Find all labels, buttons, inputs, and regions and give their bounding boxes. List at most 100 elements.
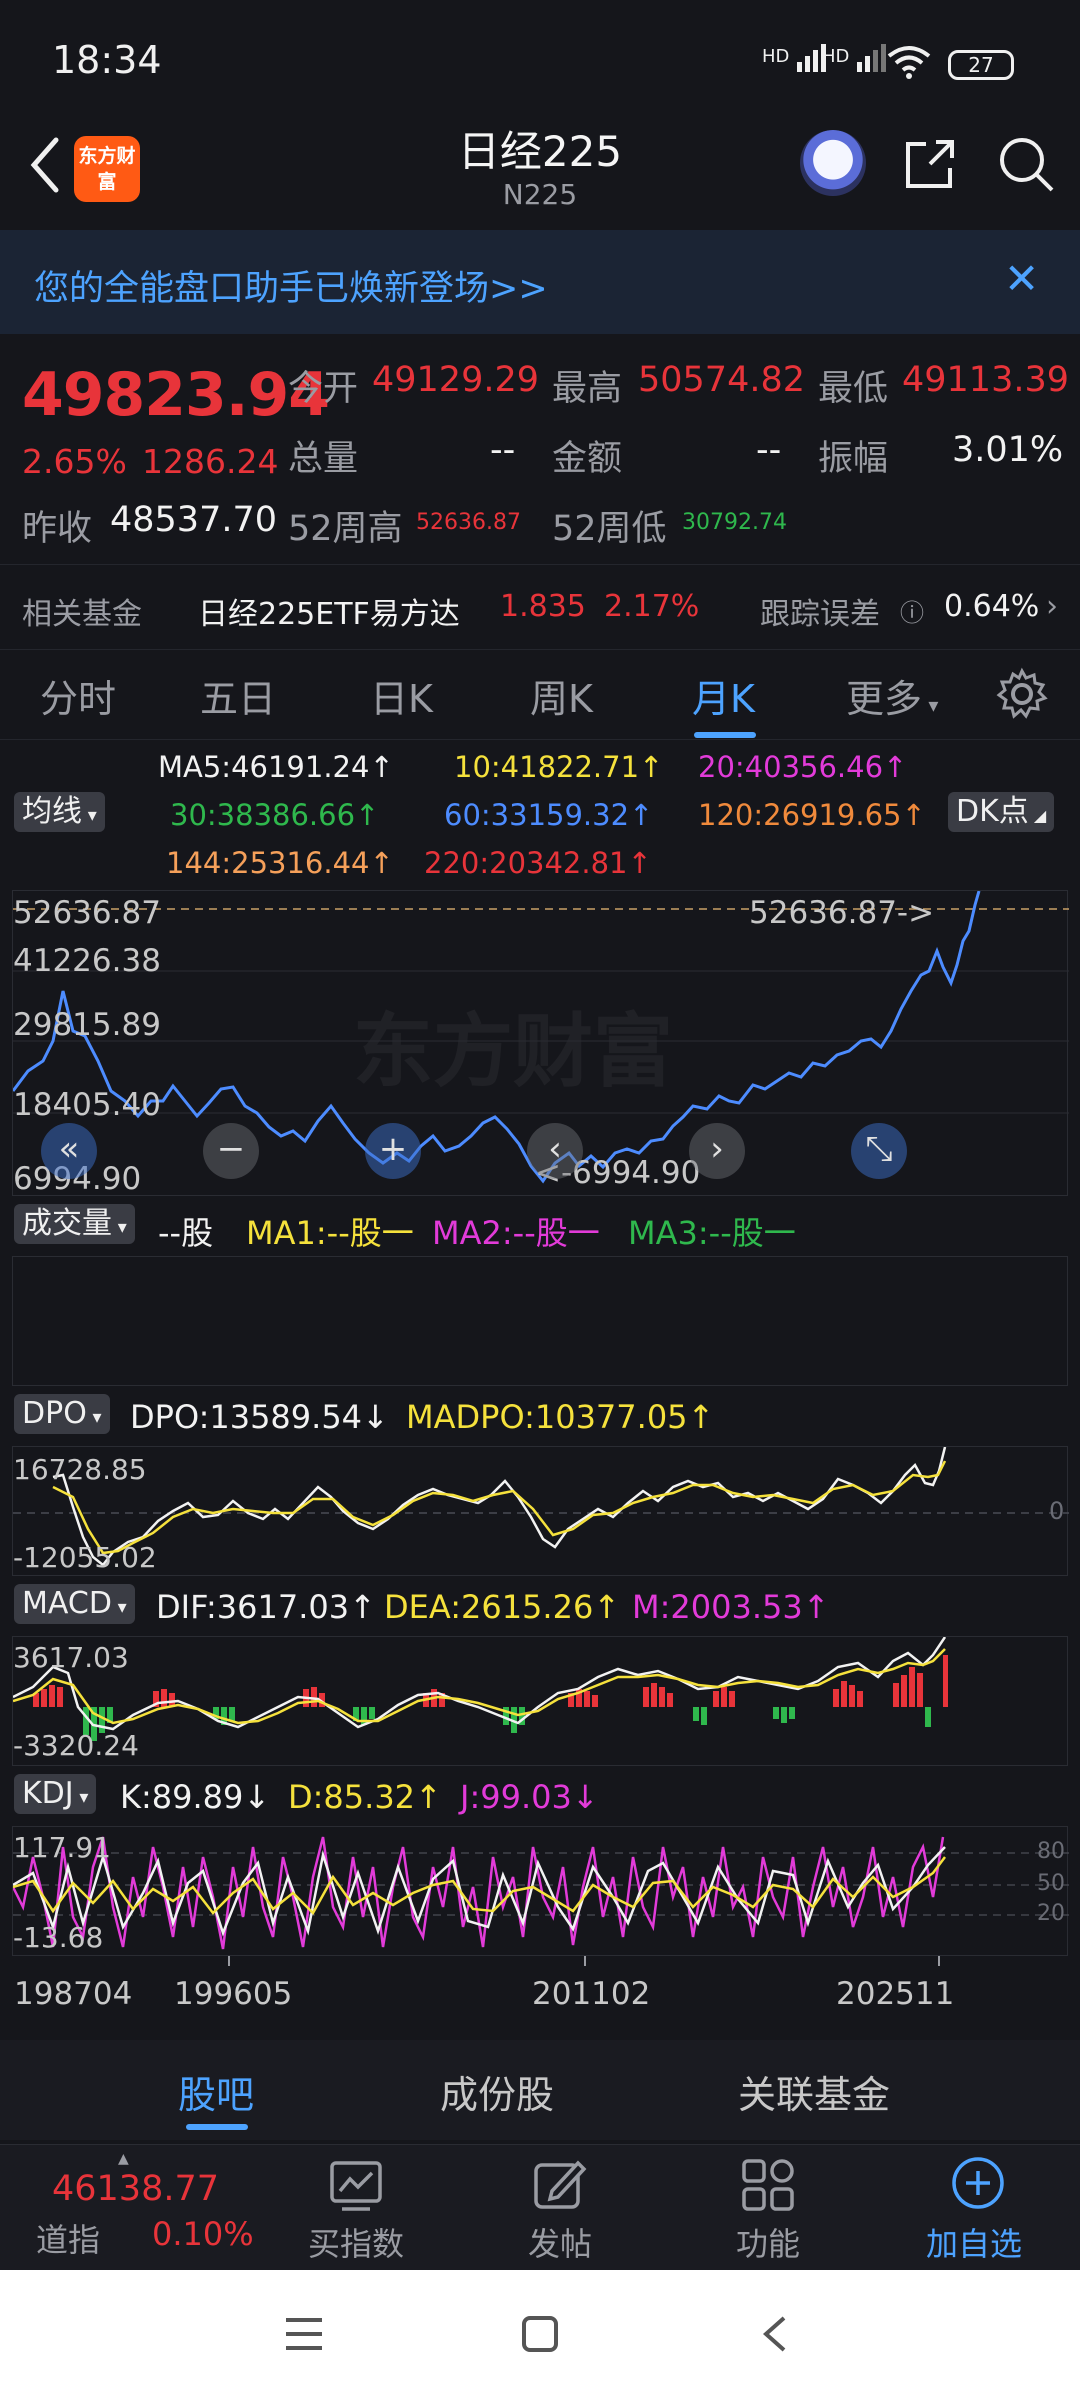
promo-banner[interactable]: 您的全能盘口助手已焕新登场>> ✕ xyxy=(0,230,1080,334)
signal-icon: HD xyxy=(762,40,829,74)
assistant-robot-icon[interactable] xyxy=(800,130,866,196)
dk-point-selector[interactable]: DK点 ◢ xyxy=(948,792,1055,832)
dow-index-pct: 0.10% xyxy=(152,2215,254,2253)
chevron-right-icon[interactable]: › xyxy=(689,1123,745,1179)
ma60-value: 60:33159.32↑ xyxy=(444,798,654,832)
dow-index-name: 道指 xyxy=(36,2221,101,2259)
functions-label: 功能 xyxy=(736,2225,801,2263)
related-fund-row[interactable]: 相关基金 日经225ETF易方达 1.835 2.17% 跟踪误差 ⓘ 0.64… xyxy=(0,564,1080,650)
y-label-max: 52636.87 xyxy=(13,895,161,931)
kdj-selector[interactable]: KDJ ▾ xyxy=(14,1774,97,1814)
x-tick-4: 202511 xyxy=(836,1976,955,2012)
y-label-2: 41226.38 xyxy=(13,943,161,979)
tab-stock-forum[interactable]: 股吧 xyxy=(178,2064,254,2119)
settings-gear-icon[interactable] xyxy=(994,666,1050,722)
high-value: 50574.82 xyxy=(638,360,806,400)
signal-icon-2: HD xyxy=(822,40,889,74)
ma220-value: 220:20342.81↑ xyxy=(424,846,652,880)
quote-panel: 49823.94 2.65% 1286.24 昨收 48537.70 今开 49… xyxy=(0,334,1080,564)
amount-label: 金额 xyxy=(552,439,623,479)
volume-unit: --股 xyxy=(158,1214,214,1252)
change-value: 1286.24 xyxy=(142,442,279,481)
tab-related-funds[interactable]: 关联基金 xyxy=(738,2064,890,2119)
macd-dif: DIF:3617.03↑ xyxy=(156,1588,376,1626)
fund-name[interactable]: 日经225ETF易方达 xyxy=(198,589,460,633)
buy-index-button[interactable]: 买指数 xyxy=(300,2145,420,2271)
volume-chart xyxy=(12,1256,1068,1386)
functions-button[interactable]: 功能 xyxy=(706,2145,826,2271)
menu-icon[interactable] xyxy=(282,2314,326,2354)
ma144-value: 144:25316.44↑ xyxy=(166,846,394,880)
tracking-error-label: 跟踪误差 xyxy=(760,597,880,632)
open-value: 49129.29 xyxy=(372,360,540,400)
fund-pct: 2.17% xyxy=(604,589,700,624)
dow-index-value: 46138.77 xyxy=(52,2169,220,2209)
volume-legend: 成交量 ▾ --股 MA1:--股一 MA2:--股一 MA3:--股一 xyxy=(0,1204,1080,1252)
zoom-in-icon[interactable]: + xyxy=(365,1123,421,1179)
kdj-level-50: 50 xyxy=(1037,1871,1065,1896)
x-tick-2: 199605 xyxy=(174,1976,293,2012)
system-nav-bar xyxy=(0,2270,1080,2400)
macd-selector[interactable]: MACD ▾ xyxy=(14,1584,135,1624)
fullscreen-icon[interactable]: ⤡ xyxy=(851,1123,907,1179)
ma5-value: MA5:46191.24↑ xyxy=(158,750,394,784)
add-watchlist-button[interactable]: 加自选 xyxy=(910,2145,1050,2271)
tab-daily-k[interactable]: 日K xyxy=(370,668,433,723)
max-marker: 52636.87-> xyxy=(749,895,935,931)
last-price: 49823.94 xyxy=(22,360,330,430)
help-icon[interactable]: ⓘ xyxy=(900,593,924,628)
volume-ma2: MA2:--股一 xyxy=(432,1214,600,1252)
home-icon[interactable] xyxy=(518,2312,562,2356)
dpo-legend: DPO ▾ DPO:13589.54↓ MADPO:10377.05↑ xyxy=(0,1394,1080,1440)
ma30-value: 30:38386.66↑ xyxy=(170,798,380,832)
ma-legend: 均线 ▾ DK点 ◢ MA5:46191.24↑ 10:41822.71↑ 20… xyxy=(0,740,1080,890)
kdj-level-80: 80 xyxy=(1037,1839,1065,1864)
dpo-chart: 16728.85 -12055.02 0 xyxy=(12,1446,1069,1576)
tab-constituents[interactable]: 成份股 xyxy=(440,2064,554,2119)
section-tabs: 股吧 成份股 关联基金 xyxy=(0,2040,1080,2140)
post-label: 发帖 xyxy=(528,2225,593,2263)
tab-weekly-k[interactable]: 周K xyxy=(530,668,593,723)
w52-high-label: 52周高 xyxy=(288,509,403,549)
fund-label: 相关基金 xyxy=(22,597,142,632)
battery-icon: 27 xyxy=(948,50,1014,80)
banner-text[interactable]: 您的全能盘口助手已焕新登场>> xyxy=(34,260,548,311)
volume-ma3: MA3:--股一 xyxy=(628,1214,796,1252)
apps-grid-icon xyxy=(742,2159,794,2211)
scroll-left-icon[interactable]: « xyxy=(41,1123,97,1179)
tab-five-day[interactable]: 五日 xyxy=(200,668,276,723)
close-icon[interactable]: ✕ xyxy=(1004,254,1039,303)
x-tick-1: 198704 xyxy=(14,1976,133,2012)
w52-high-value: 52636.87 xyxy=(416,510,521,535)
fund-price: 1.835 xyxy=(500,589,586,624)
volume-selector[interactable]: 成交量 ▾ xyxy=(14,1204,135,1244)
tab-intraday[interactable]: 分时 xyxy=(40,668,116,723)
macd-y-bottom: -3320.24 xyxy=(13,1729,139,1762)
search-icon[interactable] xyxy=(996,134,1056,194)
kdj-y-bottom: -13.68 xyxy=(13,1921,104,1954)
macd-chart: 3617.03 -3320.24 xyxy=(12,1636,1068,1766)
prev-close-label: 昨收 xyxy=(22,509,93,549)
edit-icon xyxy=(534,2160,587,2209)
price-chart[interactable]: 东方财富 52636.87 41226.38 29815.89 18405.40… xyxy=(12,890,1069,1197)
dpo-selector[interactable]: DPO ▾ xyxy=(14,1394,110,1434)
share-icon[interactable] xyxy=(900,134,960,194)
add-watchlist-label: 加自选 xyxy=(926,2225,1023,2263)
tab-more[interactable]: 更多 ▾ xyxy=(846,668,938,723)
kdj-level-20: 20 xyxy=(1037,1901,1065,1926)
tab-monthly-k[interactable]: 月K xyxy=(692,668,755,723)
post-button[interactable]: 发帖 xyxy=(500,2145,620,2271)
bottom-action-bar: ▲ 46138.77 道指 0.10% 买指数 发帖 功能 加自选 xyxy=(0,2144,1080,2270)
back-nav-icon[interactable] xyxy=(754,2312,794,2356)
chevron-right-icon[interactable]: › xyxy=(1046,589,1058,624)
amount-value: -- xyxy=(756,430,782,470)
dpo-y-bottom: -12055.02 xyxy=(13,1541,157,1574)
dow-index-ticker[interactable]: ▲ 46138.77 道指 0.10% xyxy=(0,2145,270,2271)
madpo-value: MADPO:10377.05↑ xyxy=(406,1398,715,1436)
low-label: 最低 xyxy=(818,369,889,409)
ma-selector[interactable]: 均线 ▾ xyxy=(14,792,105,832)
zoom-out-icon[interactable]: − xyxy=(203,1123,259,1179)
ma20-value: 20:40356.46↑ xyxy=(698,750,908,784)
kdj-d: D:85.32↑ xyxy=(288,1778,442,1816)
chevron-left-icon[interactable]: ‹ xyxy=(527,1123,583,1179)
